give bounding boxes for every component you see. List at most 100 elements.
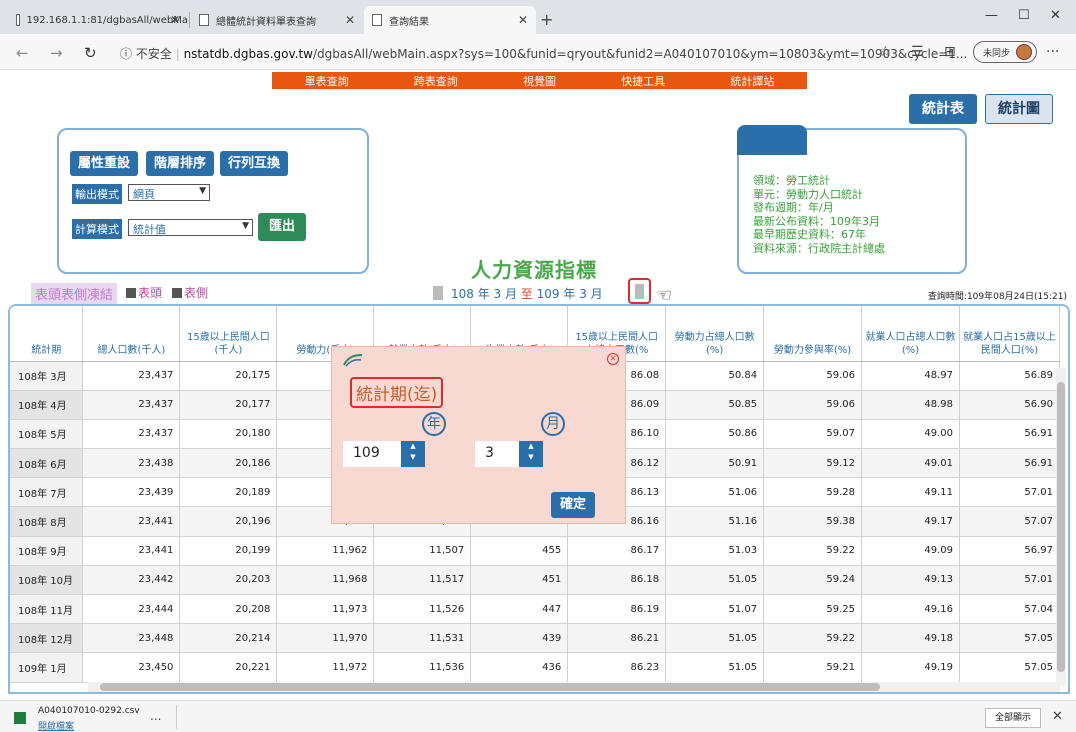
download-bar: A040107010-0292.csv 開啟檔案 ... 全部顯示 ✕: [0, 700, 1076, 732]
year-stepper[interactable]: ▲ ▼: [401, 441, 425, 467]
info-icon[interactable]: ⓘ: [120, 47, 132, 61]
chevron-down-icon: ▼: [199, 186, 206, 196]
table-cell: 49.16: [861, 594, 960, 625]
table-cell: 59.38: [763, 506, 863, 537]
table-cell: 59.28: [763, 477, 863, 508]
column-header[interactable]: 勞動力參與率(%): [763, 306, 863, 362]
browser-tab[interactable]: 192.168.1.1:81/dgbasAll/webMa ✕: [8, 6, 188, 34]
collections-icon[interactable]: ⊞: [944, 44, 956, 60]
column-header[interactable]: 勞動力占總人口數(%): [665, 306, 765, 362]
row-column-swap-button[interactable]: 行列互換: [220, 151, 288, 176]
url-field[interactable]: ⓘ 不安全 | nstatdb.dgbas.gov.tw/dgbasAll/we…: [120, 45, 967, 62]
menu-item-cross-query[interactable]: 跨表查詢: [414, 73, 458, 89]
info-earliest: 最早期歷史資料：67年: [753, 228, 866, 241]
column-header[interactable]: 就業人口占總人口數(%): [861, 306, 960, 362]
download-filename[interactable]: A040107010-0292.csv: [38, 706, 140, 716]
forward-icon[interactable]: →: [50, 44, 63, 62]
month-stepper[interactable]: ▲ ▼: [519, 441, 543, 467]
table-cell: 20,186: [179, 448, 278, 479]
row-header-cell: 108年 10月: [10, 565, 84, 596]
table-cell: 59.07: [763, 419, 863, 450]
show-all-button[interactable]: 全部顯示: [985, 708, 1041, 728]
year-input[interactable]: 109: [343, 441, 401, 467]
table-cell: 57.01: [959, 477, 1061, 508]
freeze-header-toggle[interactable]: 表頭表側凍結: [31, 283, 118, 304]
table-cell: 23,448: [82, 623, 181, 654]
table-cell: 56.91: [959, 448, 1061, 479]
menu-item-stat-station[interactable]: 統計譯站: [730, 73, 774, 89]
table-cell: 50.86: [665, 419, 765, 450]
close-icon[interactable]: ✕: [1052, 709, 1063, 724]
table-cell: 23,441: [82, 506, 181, 537]
table-cell: 49.00: [861, 419, 960, 450]
open-file-link[interactable]: 開啟檔案: [38, 719, 74, 732]
vertical-scrollbar[interactable]: [1056, 368, 1066, 686]
table-cell: 11,972: [276, 652, 375, 683]
stat-chart-button[interactable]: 統計圖: [985, 94, 1053, 124]
close-icon[interactable]: ✕: [518, 13, 528, 27]
table-cell: 23,439: [82, 477, 181, 508]
checkbox-icon: [172, 288, 182, 298]
page-icon: [199, 14, 209, 26]
table-cell: 59.22: [763, 536, 863, 566]
window-close-icon[interactable]: ✕: [1050, 8, 1061, 23]
table-cell: 11,968: [276, 565, 375, 596]
column-header[interactable]: 總人口數(千人): [82, 306, 181, 362]
row-header-cell: 108年 6月: [10, 448, 84, 479]
calc-mode-label: 計算模式: [72, 219, 122, 239]
favorites-list-icon[interactable]: ☰: [911, 44, 924, 60]
scroll-thumb[interactable]: [1057, 382, 1065, 672]
table-cell: 447: [470, 594, 569, 625]
browser-tab-active[interactable]: 查詢結果 ✕: [364, 6, 536, 34]
table-cell: 57.01: [959, 565, 1061, 596]
table-row: 108年 11月 23,444 20,208 11,973 11,526 447 86.19…: [10, 594, 1061, 625]
side-checkbox-label: 表側: [184, 286, 209, 300]
attribute-reset-button[interactable]: 屬性重設: [70, 151, 138, 176]
scroll-thumb[interactable]: [100, 683, 880, 691]
url-divider: |: [175, 47, 180, 61]
new-tab-icon[interactable]: +: [540, 10, 553, 29]
table-cell: 20,177: [179, 390, 278, 420]
level-sort-button[interactable]: 階層排序: [146, 151, 214, 176]
table-cell: 57.05: [959, 652, 1061, 683]
table-cell: 23,450: [82, 652, 181, 683]
divider: [176, 705, 177, 729]
calc-mode-select[interactable]: 統計值 ▼: [128, 219, 253, 236]
menu-item-single-query[interactable]: 單表查詢: [305, 73, 349, 89]
back-icon[interactable]: ←: [16, 44, 29, 62]
export-button[interactable]: 匯出: [258, 213, 306, 241]
column-header[interactable]: 統計期: [10, 306, 84, 362]
confirm-button[interactable]: 確定: [551, 492, 595, 518]
more-menu-icon[interactable]: ···: [1046, 44, 1059, 60]
table-cell: 50.84: [665, 361, 765, 391]
output-mode-select[interactable]: 網頁 ▼: [128, 184, 210, 201]
download-more-icon[interactable]: ...: [150, 709, 161, 723]
minimize-icon[interactable]: —: [985, 8, 998, 23]
table-cell: 20,189: [179, 477, 278, 508]
profile-button[interactable]: 未同步: [973, 41, 1037, 63]
stat-table-button[interactable]: 統計表: [909, 94, 977, 124]
header-checkbox[interactable]: 表頭: [126, 284, 162, 301]
period-end-picker[interactable]: [628, 278, 651, 304]
table-row: 108年 10月 23,442 20,203 11,968 11,517 451 86.18…: [10, 565, 1061, 596]
close-icon[interactable]: ✕: [170, 13, 180, 27]
maximize-icon[interactable]: ☐: [1018, 8, 1030, 23]
refresh-icon[interactable]: ↻: [84, 44, 97, 62]
side-checkbox[interactable]: 表側: [172, 284, 208, 301]
menu-item-quick-tools[interactable]: 快捷工具: [621, 73, 665, 89]
horizontal-scrollbar[interactable]: [88, 682, 1060, 692]
column-header[interactable]: 15歲以上民間人口(千人): [179, 306, 278, 362]
column-header[interactable]: 就業人口占15歲以上民間人口(%): [959, 306, 1061, 362]
browser-tab[interactable]: 總體統計資料單表查詢 ✕: [191, 6, 363, 34]
security-label: 不安全: [135, 47, 172, 61]
menu-item-visual[interactable]: 視覺圖: [523, 73, 556, 89]
period-start-picker[interactable]: [433, 286, 443, 300]
favorite-star-icon[interactable]: ☆: [879, 44, 892, 60]
close-icon[interactable]: ✕: [345, 13, 355, 27]
close-icon[interactable]: ✕: [607, 353, 619, 365]
info-latest: 最新公布資料：109年3月: [753, 214, 880, 228]
page-title: 人力資源指標: [471, 258, 597, 282]
month-input[interactable]: 3: [475, 441, 519, 467]
url-path: /dgbasAll/webMain.aspx?sys=100&funid=qry…: [312, 47, 968, 61]
table-cell: 49.19: [861, 652, 960, 683]
